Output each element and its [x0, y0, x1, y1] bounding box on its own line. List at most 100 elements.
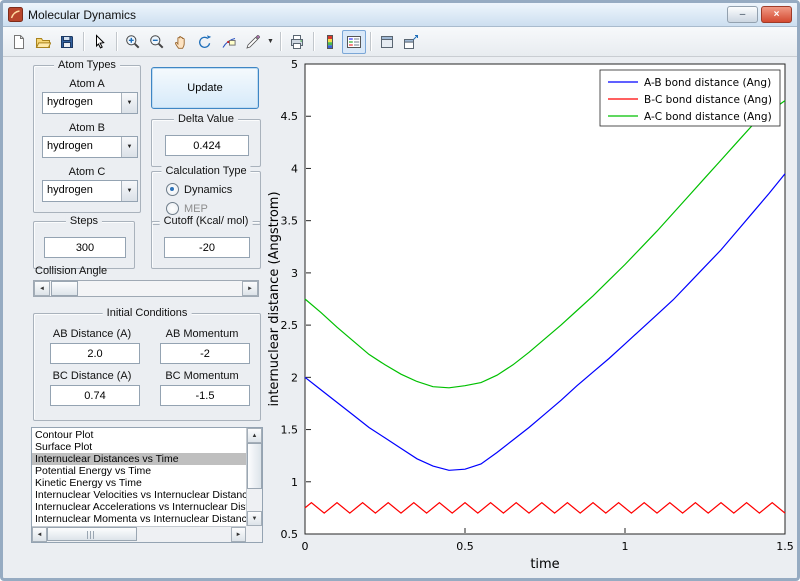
atom-b-dropdown[interactable]: hydrogen ▼ [42, 136, 138, 158]
printer-icon [289, 34, 305, 50]
cutoff-input[interactable] [164, 237, 250, 258]
steps-panel: Steps [33, 221, 135, 269]
toolbar-legend-button[interactable] [342, 30, 366, 54]
plot-type-list[interactable]: Contour PlotSurface PlotInternuclear Dis… [31, 427, 263, 543]
slider-thumb[interactable] [51, 281, 78, 296]
toolbar-brush-button[interactable] [241, 30, 265, 54]
atom-c-value: hydrogen [47, 184, 93, 196]
zoom-in-icon [125, 34, 141, 50]
delta-value-input[interactable] [165, 135, 249, 156]
plot-list-item[interactable]: Kinetic Energy vs Time [32, 477, 246, 489]
plot-type-list-items: Contour PlotSurface PlotInternuclear Dis… [32, 429, 246, 526]
mep-radio[interactable]: MEP [166, 202, 208, 215]
svg-text:1.5: 1.5 [776, 540, 794, 553]
toolbar-colorbar-button[interactable] [318, 30, 342, 54]
ab-momentum-input[interactable] [160, 343, 250, 364]
scroll-left-arrow[interactable]: ◄ [32, 527, 47, 542]
update-button[interactable]: Update [151, 67, 259, 109]
toolbar-edit-plot-button[interactable] [88, 30, 112, 54]
svg-text:4: 4 [291, 162, 298, 175]
ab-distance-input[interactable] [50, 343, 140, 364]
plot-list-item[interactable]: Internuclear Accelerations vs Internucle… [32, 501, 246, 513]
steps-input[interactable] [44, 237, 126, 258]
scroll-up-arrow[interactable]: ▲ [247, 428, 262, 443]
open-folder-icon [35, 34, 51, 50]
atom-c-label: Atom C [34, 166, 140, 178]
plot-list-item[interactable]: Internuclear Velocities vs Internuclear … [32, 489, 246, 501]
list-horizontal-scrollbar[interactable]: ◄ ► [32, 526, 246, 542]
toolbar-rotate-3d-button[interactable] [193, 30, 217, 54]
plot-list-item[interactable]: Surface Plot [32, 441, 246, 453]
cutoff-title: Cutoff (Kcal/ mol) [160, 215, 253, 227]
floppy-disk-icon [59, 34, 75, 50]
atom-b-label: Atom B [34, 122, 140, 134]
toolbar: ▼ [3, 27, 797, 57]
brush-dropdown-button[interactable]: ▼ [265, 30, 276, 54]
brush-icon [245, 34, 261, 50]
bc-momentum-label: BC Momentum [150, 370, 254, 382]
minimize-button[interactable]: – [727, 6, 758, 23]
svg-text:4.5: 4.5 [281, 110, 299, 123]
plot-tools-icon [379, 34, 395, 50]
collision-angle-slider[interactable]: ◄ ► [33, 280, 259, 297]
bc-distance-input[interactable] [50, 385, 140, 406]
plot-area[interactable]: 0.511.522.533.544.5500.511.5timeinternuc… [265, 56, 797, 578]
slider-right-arrow[interactable]: ► [242, 281, 258, 296]
bc-momentum-input[interactable] [160, 385, 250, 406]
scrollbar-corner [246, 526, 262, 542]
atom-c-dropdown[interactable]: hydrogen ▼ [42, 180, 138, 202]
toolbar-separator [116, 32, 117, 51]
chevron-down-icon: ▼ [121, 181, 137, 201]
axes-canvas[interactable]: 0.511.522.533.544.5500.511.5timeinternuc… [265, 56, 797, 578]
toolbar-new-figure-button[interactable] [7, 30, 31, 54]
plot-list-item[interactable]: Internuclear Momenta vs Internuclear Dis… [32, 513, 246, 525]
scroll-down-arrow[interactable]: ▼ [247, 511, 262, 526]
toolbar-print-button[interactable] [285, 30, 309, 54]
svg-text:0: 0 [302, 540, 309, 553]
initial-conditions-title: Initial Conditions [103, 307, 192, 319]
toolbar-pan-button[interactable] [169, 30, 193, 54]
plot-list-item[interactable]: Internuclear Distances vs Time [32, 453, 246, 465]
toolbar-save-button[interactable] [55, 30, 79, 54]
plot-list-item[interactable]: Contour Plot [32, 429, 246, 441]
toolbar-separator [280, 32, 281, 51]
vertical-scroll-thumb[interactable] [247, 443, 262, 489]
list-vertical-scrollbar[interactable]: ▲ ▼ [246, 428, 262, 526]
toolbar-separator [83, 32, 84, 51]
svg-text:B-C bond distance (Ang): B-C bond distance (Ang) [644, 94, 772, 106]
toolbar-hide-plot-tools-button[interactable] [375, 30, 399, 54]
close-button[interactable]: × [761, 6, 792, 23]
dynamics-radio[interactable]: Dynamics [166, 183, 232, 196]
toolbar-open-file-button[interactable] [31, 30, 55, 54]
mep-radio-label: MEP [184, 203, 208, 215]
steps-title: Steps [66, 215, 102, 227]
plot-list-item[interactable]: Potential Energy vs Time [32, 465, 246, 477]
atom-types-panel: Atom Types Atom A hydrogen ▼ Atom B hydr… [33, 65, 141, 213]
scroll-right-arrow[interactable]: ► [231, 527, 246, 542]
atom-a-label: Atom A [34, 78, 140, 90]
toolbar-zoom-out-button[interactable] [145, 30, 169, 54]
toolbar-dock-figure-button[interactable] [399, 30, 423, 54]
colorbar-icon [322, 34, 338, 50]
horizontal-scroll-thumb[interactable] [47, 527, 137, 541]
svg-text:A-B bond distance (Ang): A-B bond distance (Ang) [644, 77, 771, 89]
window-title: Molecular Dynamics [28, 8, 724, 22]
toolbar-zoom-in-button[interactable] [121, 30, 145, 54]
svg-text:3.5: 3.5 [281, 215, 299, 228]
slider-left-arrow[interactable]: ◄ [34, 281, 50, 296]
dock-window-icon [403, 34, 419, 50]
new-document-icon [11, 34, 27, 50]
toolbar-data-cursor-button[interactable] [217, 30, 241, 54]
svg-text:1.5: 1.5 [281, 424, 299, 437]
calculation-type-title: Calculation Type [161, 165, 250, 177]
dynamics-radio-label: Dynamics [184, 184, 232, 196]
toolbar-separator [370, 32, 371, 51]
svg-text:0.5: 0.5 [281, 528, 299, 541]
svg-text:3: 3 [291, 267, 298, 280]
app-window: Molecular Dynamics – × ▼ Atom Types Atom… [0, 0, 800, 581]
zoom-out-icon [149, 34, 165, 50]
svg-text:internuclear distance (Angstro: internuclear distance (Angstrom) [267, 191, 282, 406]
atom-a-dropdown[interactable]: hydrogen ▼ [42, 92, 138, 114]
chevron-down-icon: ▼ [121, 137, 137, 157]
hand-icon [173, 34, 189, 50]
